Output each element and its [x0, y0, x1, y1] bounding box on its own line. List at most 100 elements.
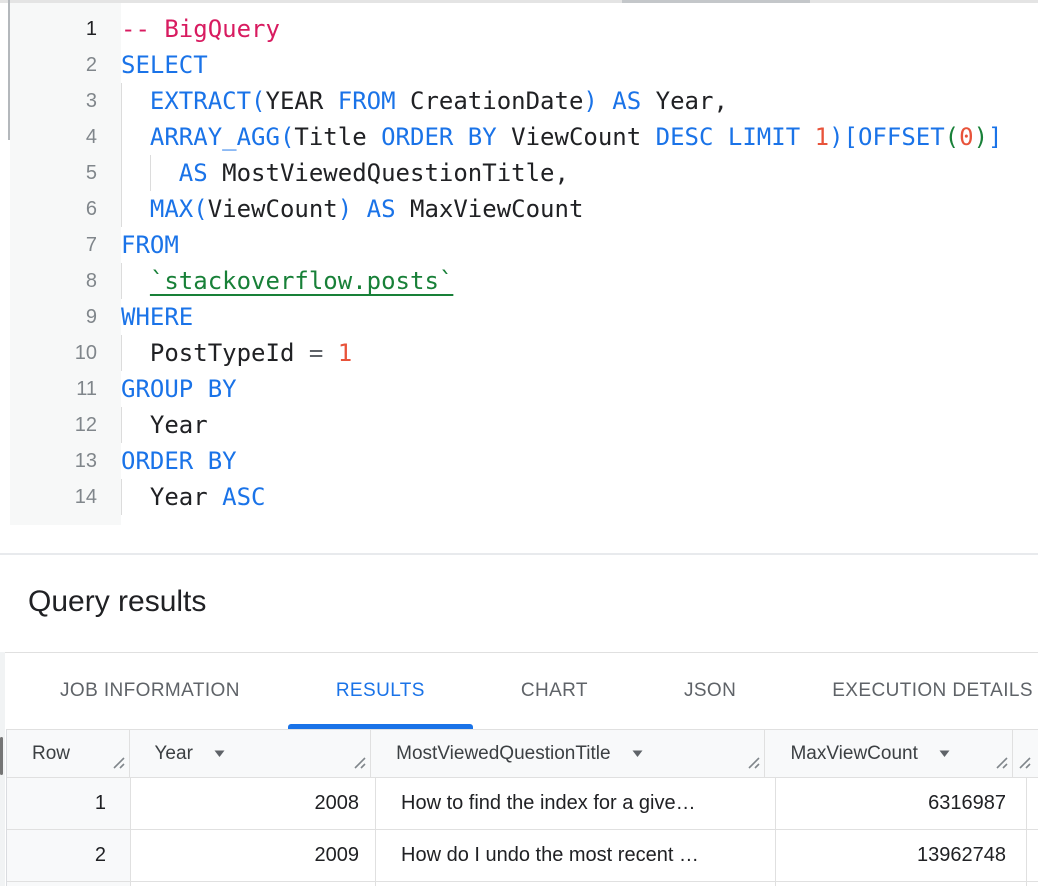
code-token: CreationDate: [396, 87, 584, 115]
table-row: 12008How to find the index for a give…63…: [7, 778, 1038, 830]
code-token: ViewCount: [208, 195, 338, 223]
line-number: 6: [10, 191, 121, 227]
column-header-maxviewcount[interactable]: MaxViewCount: [765, 730, 1013, 777]
code-token: PostTypeId: [121, 339, 309, 367]
code-token: ): [583, 87, 597, 115]
code-line[interactable]: 7FROM: [10, 227, 1038, 263]
tab-label: JSON: [684, 680, 736, 702]
line-number: 14: [10, 479, 121, 515]
line-number: 9: [10, 299, 121, 335]
column-header-mostviewedquestiontitle[interactable]: MostViewedQuestionTitle: [371, 730, 765, 777]
code-token: ViewCount: [497, 123, 656, 151]
cell-year: 2009: [131, 830, 376, 881]
table-header-row: RowYear MostViewedQuestionTitle MaxViewCou…: [7, 730, 1038, 778]
tab-json[interactable]: JSON: [636, 653, 784, 729]
column-resize-grip-icon[interactable]: [746, 753, 761, 775]
results-left-scrollbar[interactable]: [0, 652, 5, 886]
code-line[interactable]: 10 PostTypeId = 1: [10, 335, 1038, 371]
table-body: 12008How to find the index for a give…63…: [7, 778, 1038, 886]
code-line[interactable]: 9WHERE: [10, 299, 1038, 335]
code-text: ORDER BY: [121, 443, 1038, 479]
line-number: 11: [10, 371, 121, 407]
code-line[interactable]: 12 Year: [10, 407, 1038, 443]
code-line[interactable]: 2SELECT: [10, 47, 1038, 83]
indent-guide: [121, 83, 122, 119]
code-token: ): [974, 123, 988, 151]
sort-dropdown-icon[interactable]: [938, 749, 951, 758]
code-token: Year: [121, 483, 222, 511]
code-text: WHERE: [121, 299, 1038, 335]
code-text: Year: [121, 407, 1038, 443]
code-token: [323, 339, 337, 367]
code-token: AS: [612, 87, 641, 115]
indent-guide: [121, 407, 122, 443]
tab-execution-details[interactable]: EXECUTION DETAILS: [784, 653, 1038, 729]
page-title: Query results: [28, 582, 1038, 622]
tab-job-information[interactable]: JOB INFORMATION: [12, 653, 288, 729]
code-line[interactable]: 14 Year ASC: [10, 479, 1038, 515]
column-label: MostViewedQuestionTitle: [396, 743, 610, 765]
column-label: MaxViewCount: [790, 743, 917, 765]
tab-label: RESULTS: [336, 680, 425, 702]
indent-guide: [121, 335, 122, 371]
table-row-partial: [7, 882, 1038, 886]
column-resize-grip-icon[interactable]: [352, 753, 367, 775]
code-token: [121, 123, 150, 151]
code-line[interactable]: 5 AS MostViewedQuestionTitle,: [10, 155, 1038, 191]
tab-results[interactable]: RESULTS: [288, 653, 473, 729]
cell-row-number: 1: [7, 778, 131, 829]
code-token: AS: [179, 159, 208, 187]
code-lines[interactable]: 1-- BigQuery2SELECT3 EXTRACT(YEAR FROM C…: [10, 3, 1038, 525]
line-number: 5: [10, 155, 121, 191]
sql-editor-panel[interactable]: 1-- BigQuery2SELECT3 EXTRACT(YEAR FROM C…: [0, 0, 1038, 553]
code-token: 1: [815, 123, 829, 151]
code-text: `stackoverflow.posts`: [121, 263, 1038, 299]
code-text: GROUP BY: [121, 371, 1038, 407]
code-line[interactable]: 8 `stackoverflow.posts`: [10, 263, 1038, 299]
table-row: 22009How do I undo the most recent …1396…: [7, 830, 1038, 882]
code-token: =: [309, 339, 323, 367]
code-line[interactable]: 11GROUP BY: [10, 371, 1038, 407]
line-number: 7: [10, 227, 121, 263]
line-number: 2: [10, 47, 121, 83]
cell-extra: [376, 882, 776, 886]
column-resize-grip-icon[interactable]: [994, 753, 1009, 775]
code-text: SELECT: [121, 47, 1038, 83]
code-token: YEAR: [266, 87, 338, 115]
results-table: RowYear MostViewedQuestionTitle MaxViewCou…: [6, 729, 1038, 886]
code-text: ARRAY_AGG(Title ORDER BY ViewCount DESC …: [121, 119, 1038, 155]
cell-extra: [1027, 830, 1038, 881]
code-token: [598, 87, 612, 115]
code-token: EXTRACT(: [150, 87, 266, 115]
cell-most-viewed-question-title: How to find the index for a give…: [376, 778, 776, 829]
sort-dropdown-icon[interactable]: [213, 749, 226, 758]
sort-dropdown-icon[interactable]: [631, 749, 644, 758]
tab-label: JOB INFORMATION: [60, 680, 240, 702]
code-text: EXTRACT(YEAR FROM CreationDate) AS Year,: [121, 83, 1038, 119]
code-line[interactable]: 4 ARRAY_AGG(Title ORDER BY ViewCount DES…: [10, 119, 1038, 155]
bigquery-query-view: 1-- BigQuery2SELECT3 EXTRACT(YEAR FROM C…: [0, 0, 1038, 886]
tab-label: EXECUTION DETAILS: [832, 680, 1033, 702]
table-reference-link[interactable]: `stackoverflow.posts`: [150, 267, 453, 295]
code-line[interactable]: 13ORDER BY: [10, 443, 1038, 479]
column-header-year[interactable]: Year: [130, 730, 372, 777]
indent-guide: [121, 119, 122, 155]
code-line[interactable]: 1-- BigQuery: [10, 11, 1038, 47]
code-line[interactable]: 6 MAX(ViewCount) AS MaxViewCount: [10, 191, 1038, 227]
scrollbar-thumb[interactable]: [0, 737, 3, 775]
code-token: Year: [121, 411, 208, 439]
column-resize-grip-icon[interactable]: [1017, 753, 1032, 775]
code-line[interactable]: 3 EXTRACT(YEAR FROM CreationDate) AS Yea…: [10, 83, 1038, 119]
column-resize-grip-icon[interactable]: [111, 753, 126, 775]
code-text: FROM: [121, 227, 1038, 263]
tab-chart[interactable]: CHART: [473, 653, 636, 729]
code-token: ): [338, 195, 352, 223]
code-token: ASC: [222, 483, 265, 511]
indent-guide: [121, 191, 122, 227]
code-token: SELECT: [121, 51, 208, 79]
code-token: ORDER BY: [121, 447, 237, 475]
column-header-row: Row: [7, 730, 130, 777]
code-text: MAX(ViewCount) AS MaxViewCount: [121, 191, 1038, 227]
indent-guide: [121, 479, 122, 515]
line-number: 10: [10, 335, 121, 371]
